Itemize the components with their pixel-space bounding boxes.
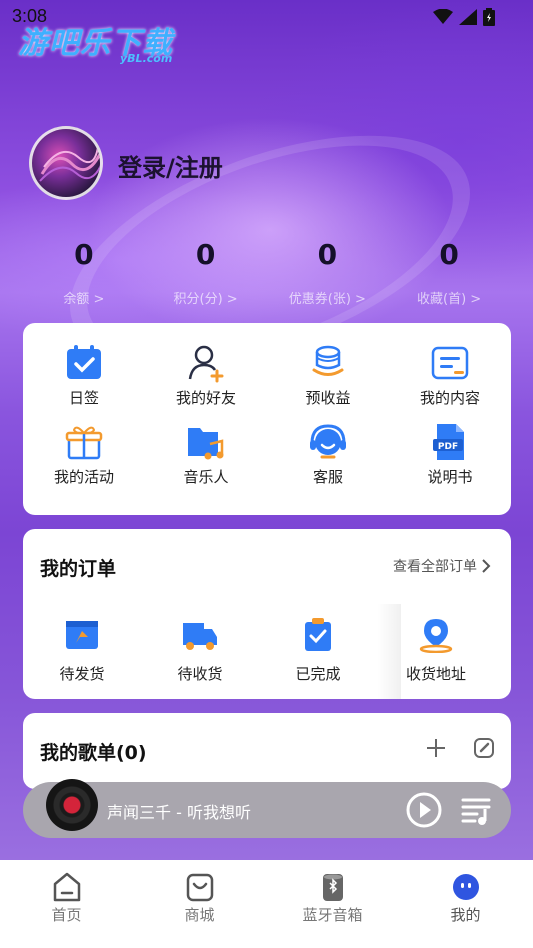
coins-icon [308,343,348,383]
orders-card: 我的订单 查看全部订单 待发货 待收货 已完成 收货地址 [23,529,511,699]
order-status-row: 待发货 待收货 已完成 收货地址 [23,615,511,684]
stat-balance[interactable]: 0 余额 > [23,238,145,307]
order-pending-shipment[interactable]: 待发货 [23,615,141,684]
vinyl-disc-icon [46,779,98,831]
grid-item-my-content[interactable]: 我的内容 [389,343,511,422]
battery-icon [483,8,495,26]
tab-label: 我的 [450,906,481,924]
signal-icon [459,9,477,25]
calendar-check-icon [64,343,104,383]
truck-icon [180,615,220,655]
pdf-icon: PDF [430,422,470,462]
grid-label: 日签 [68,389,99,407]
headset-icon [308,422,348,462]
grid-label: 我的好友 [175,389,236,407]
login-register-link[interactable]: 登录/注册 [118,148,223,183]
stat-value: 0 [195,238,216,271]
grid-label: 我的内容 [419,389,480,407]
grid-item-pre-income[interactable]: 预收益 [267,343,389,422]
music-folder-icon [186,422,226,462]
edit-icon[interactable] [473,737,495,759]
view-all-orders-label: 查看全部订单 [393,559,477,575]
stat-value: 0 [74,238,94,271]
grid-label: 我的活动 [53,468,114,486]
order-label: 已完成 [295,665,341,683]
stat-favorites[interactable]: 0 收藏(首) > [388,238,510,307]
mini-player[interactable]: 声闻三千 - 听我想听 [23,779,511,838]
stat-label: 积分(分) > [173,292,238,307]
stat-coupons[interactable]: 0 优惠券(张) > [267,238,389,307]
orders-title: 我的订单 [40,558,117,580]
stat-label: 优惠券(张) > [288,292,366,307]
tab-bluetooth-speaker[interactable]: 蓝牙音箱 [266,860,399,948]
order-label: 待发货 [59,665,105,683]
wifi-icon [433,9,453,24]
gift-icon [64,422,104,462]
tab-label: 商城 [184,906,215,924]
grid-item-customer-service[interactable]: 客服 [267,422,389,501]
grid-label: 说明书 [427,468,473,486]
tab-label: 蓝牙音箱 [302,906,363,924]
stat-label: 收藏(首) > [417,292,482,307]
shop-bag-icon [186,873,213,902]
location-pin-icon [416,615,456,655]
home-icon [53,872,80,902]
chevron-right-icon [482,559,491,573]
watermark-logo-sub: yBL.com [120,52,173,65]
stat-points[interactable]: 0 积分(分) > [145,238,267,307]
order-label: 待收货 [177,665,223,683]
add-icon[interactable] [425,737,447,759]
view-all-orders-link[interactable]: 查看全部订单 [393,556,491,576]
status-icons [433,8,495,26]
playlist-queue-icon[interactable] [461,795,493,825]
grid-item-my-activities[interactable]: 我的活动 [23,422,145,501]
playlist-actions [425,737,495,759]
bluetooth-speaker-icon [322,874,343,901]
clipboard-check-icon [298,615,338,655]
account-stats: 0 余额 > 0 积分(分) > 0 优惠券(张) > 0 收藏(首) > [23,238,510,307]
order-label: 收货地址 [405,665,466,683]
playlist-title: 我的歌单(0) [40,742,147,764]
grid-label: 预收益 [305,389,351,407]
avatar[interactable] [29,126,103,200]
tab-shop[interactable]: 商城 [133,860,266,948]
tab-mine[interactable]: 我的 [399,860,532,948]
content-card-icon [430,343,470,383]
grid-item-manual[interactable]: PDF 说明书 [389,422,511,501]
bottom-tab-bar: 首页 商城 蓝牙音箱 我的 [0,860,533,948]
feature-grid-card: 日签 我的好友 预收益 我的内容 我的活动 音乐人 客服 PDF 说明书 [23,323,511,515]
svg-text:PDF: PDF [438,442,458,452]
order-completed[interactable]: 已完成 [259,615,377,684]
grid-label: 客服 [312,468,343,486]
tab-home[interactable]: 首页 [0,860,133,948]
play-icon[interactable] [405,791,443,829]
stat-label: 余额 > [63,292,105,307]
player-controls [405,791,493,829]
profile-face-icon [452,874,479,900]
tab-label: 首页 [51,906,82,924]
grid-item-friends[interactable]: 我的好友 [145,343,267,422]
add-friend-icon [186,343,226,383]
playlist-card: 我的歌单(0) [23,713,511,789]
grid-item-musician[interactable]: 音乐人 [145,422,267,501]
stat-value: 0 [317,238,338,271]
grid-item-daily-sign[interactable]: 日签 [23,343,145,422]
order-shipping-address[interactable]: 收货地址 [377,615,495,684]
player-track-title: 声闻三千 - 听我想听 [107,803,251,822]
pending-ship-icon [62,615,102,655]
stat-value: 0 [439,238,459,271]
order-pending-receipt[interactable]: 待收货 [141,615,259,684]
grid-label: 音乐人 [183,468,229,486]
